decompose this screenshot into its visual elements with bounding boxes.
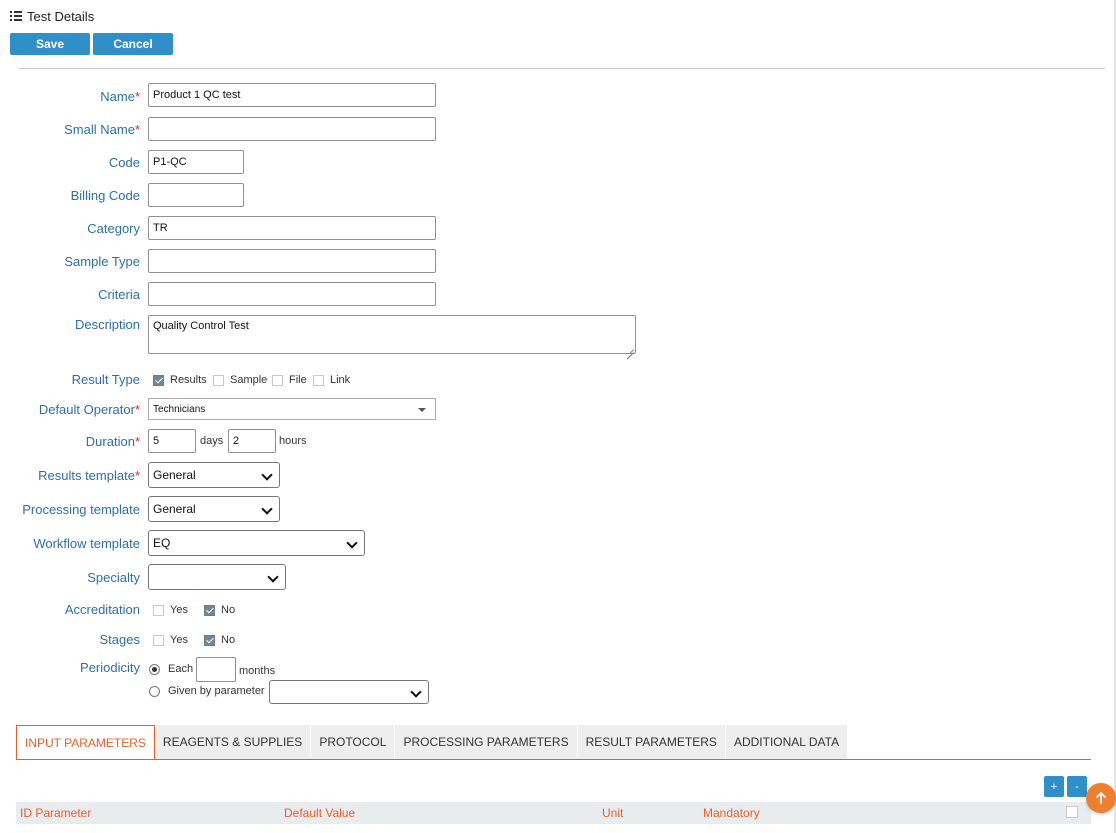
save-button[interactable]: Save — [10, 33, 90, 55]
accreditation-no-checkbox[interactable] — [204, 604, 215, 616]
workflow-template-label: Workflow template — [33, 536, 140, 551]
tab-protocol[interactable]: PROTOCOL — [311, 725, 396, 759]
stages-yes-checkbox[interactable] — [153, 634, 164, 646]
chevron-down-icon — [261, 503, 273, 515]
accreditation-yes-checkbox[interactable] — [153, 604, 164, 616]
sample-type-label: Sample Type — [64, 254, 140, 269]
processing-template-select[interactable]: General — [148, 496, 280, 522]
chevron-down-icon — [261, 469, 273, 481]
results-template-select[interactable]: General — [148, 462, 280, 488]
remove-row-button[interactable]: - — [1067, 776, 1087, 797]
accreditation-yes-option[interactable]: Yes — [153, 604, 188, 616]
select-all-checkbox[interactable] — [1066, 806, 1078, 818]
code-input[interactable] — [148, 150, 244, 174]
name-input[interactable] — [148, 83, 436, 107]
stages-no-checkbox[interactable] — [204, 634, 215, 646]
criteria-label: Criteria — [98, 287, 140, 302]
results-template-label: Results template* — [38, 468, 140, 483]
specialty-select[interactable] — [148, 564, 286, 590]
page-title: Test Details — [27, 9, 95, 24]
header-divider — [18, 68, 1105, 69]
small-name-label: Small Name* — [64, 122, 140, 137]
code-label: Code — [108, 155, 140, 170]
description-textarea[interactable]: Quality Control Test — [148, 315, 636, 354]
chevron-down-icon — [267, 571, 279, 583]
result-type-results-option[interactable]: Results — [153, 374, 207, 386]
periodicity-each-option[interactable]: Each — [149, 663, 193, 675]
add-row-button[interactable]: + — [1044, 776, 1064, 797]
stages-no-option[interactable]: No — [204, 634, 235, 646]
result-type-link-option[interactable]: Link — [313, 374, 350, 386]
stages-label: Stages — [99, 632, 140, 647]
accreditation-no-option[interactable]: No — [204, 604, 235, 616]
default-operator-label: Default Operator* — [38, 402, 140, 417]
tab-additional-data[interactable]: ADDITIONAL DATA — [725, 725, 849, 759]
result-type-results-checkbox[interactable] — [153, 374, 164, 386]
periodicity-months-unit: months — [239, 665, 276, 677]
result-type-link-checkbox[interactable] — [313, 374, 324, 386]
column-header-default-value: Default Value — [284, 806, 356, 820]
result-type-file-option[interactable]: File — [272, 374, 307, 386]
tab-input-parameters[interactable]: INPUT PARAMETERS — [16, 725, 155, 759]
column-header-unit: Unit — [602, 806, 624, 820]
periodicity-parameter-select[interactable] — [269, 680, 429, 704]
processing-template-label: Processing template — [22, 502, 140, 517]
duration-days-input[interactable] — [148, 429, 196, 453]
scroll-to-top-button[interactable] — [1086, 783, 1116, 813]
page-header: Test Details — [10, 9, 94, 24]
dropdown-arrow-icon — [418, 408, 426, 412]
periodicity-given-option[interactable]: Given by parameter — [149, 685, 265, 697]
column-header-id-parameter: ID Parameter — [20, 806, 92, 820]
tab-reagents-supplies[interactable]: REAGENTS & SUPPLIES — [154, 725, 312, 759]
billing-code-label: Billing Code — [70, 188, 140, 203]
duration-days-unit: days — [200, 435, 224, 447]
category-label: Category — [87, 221, 140, 236]
workflow-template-select[interactable]: EQ — [148, 530, 365, 556]
sample-type-input[interactable] — [148, 249, 436, 273]
billing-code-input[interactable] — [148, 183, 244, 207]
result-type-label: Result Type — [71, 372, 140, 387]
periodicity-label: Periodicity — [80, 660, 140, 675]
cancel-button[interactable]: Cancel — [93, 33, 173, 55]
result-type-sample-option[interactable]: Sample — [213, 374, 267, 386]
arrow-up-icon — [1096, 792, 1106, 804]
column-header-mandatory: Mandatory — [703, 806, 760, 820]
result-type-sample-checkbox[interactable] — [213, 374, 224, 386]
periodicity-given-radio[interactable] — [149, 685, 160, 697]
stages-yes-option[interactable]: Yes — [153, 634, 188, 646]
chevron-down-icon — [410, 686, 422, 698]
criteria-input[interactable] — [148, 282, 436, 306]
specialty-label: Specialty — [87, 570, 140, 585]
duration-label: Duration* — [85, 434, 140, 449]
tab-processing-parameters[interactable]: PROCESSING PARAMETERS — [395, 725, 578, 759]
category-input[interactable] — [148, 216, 436, 240]
periodicity-months-input[interactable] — [196, 657, 236, 682]
tab-result-parameters[interactable]: RESULT PARAMETERS — [577, 725, 726, 759]
result-type-file-checkbox[interactable] — [272, 374, 283, 386]
table-header — [16, 802, 1091, 824]
name-label: Name* — [100, 89, 140, 104]
tab-bar: INPUT PARAMETERS REAGENTS & SUPPLIES PRO… — [16, 725, 849, 759]
description-label: Description — [74, 317, 140, 332]
accreditation-label: Accreditation — [64, 602, 140, 617]
duration-hours-input[interactable] — [228, 429, 276, 453]
default-operator-select[interactable]: Technicians — [148, 398, 436, 420]
tab-underline — [16, 759, 1091, 760]
resize-handle-icon[interactable] — [626, 345, 634, 353]
duration-hours-unit: hours — [279, 435, 307, 447]
small-name-input[interactable] — [148, 117, 436, 141]
chevron-down-icon — [346, 537, 358, 549]
periodicity-each-radio[interactable] — [149, 663, 160, 675]
list-icon — [10, 11, 22, 22]
